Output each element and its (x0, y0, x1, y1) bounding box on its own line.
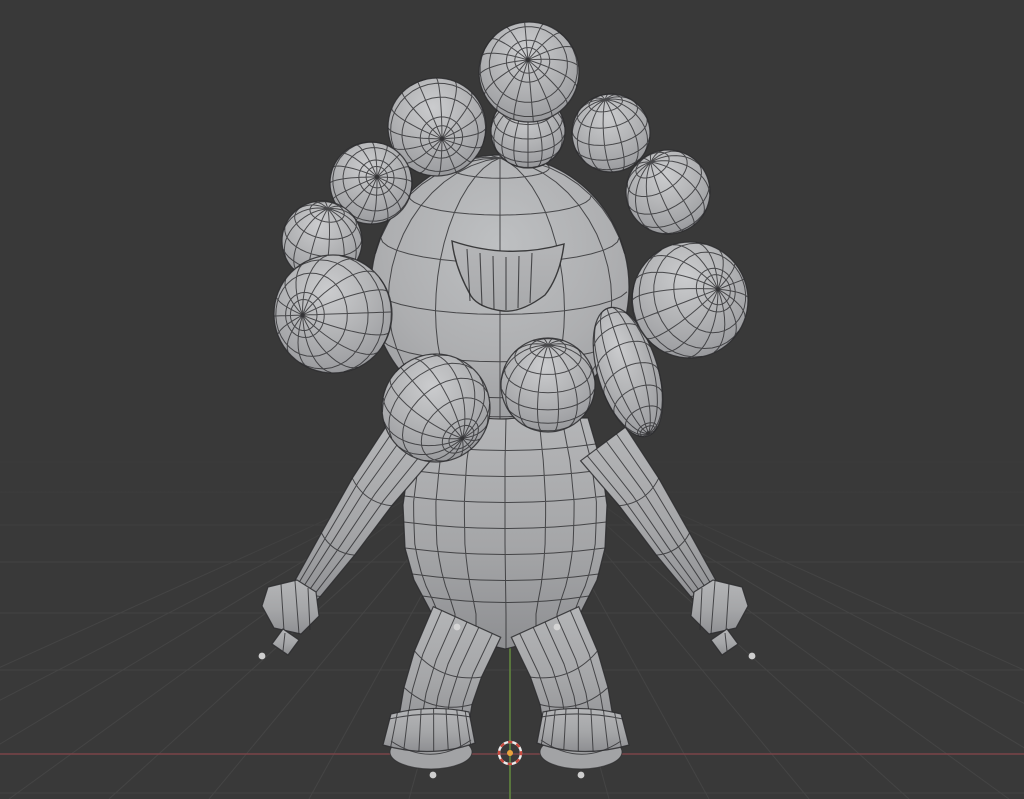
petal-left-lower[interactable] (273, 254, 393, 374)
petal-right-upper[interactable] (625, 149, 711, 235)
petal-top-right[interactable] (571, 93, 651, 173)
right-foot[interactable] (536, 707, 630, 770)
petal-top[interactable] (478, 21, 580, 123)
petal-bottom-center[interactable] (500, 337, 596, 433)
blender-3d-viewport[interactable] (0, 0, 1024, 799)
petal-right[interactable] (631, 241, 749, 359)
left-foot[interactable] (382, 707, 476, 770)
petal-bottom-left[interactable] (381, 353, 491, 463)
